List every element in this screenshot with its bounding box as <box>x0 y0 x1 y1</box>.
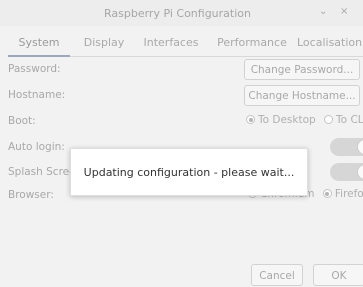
auto-login-label: Auto login: <box>8 141 65 153</box>
tab-bar: System Display Interfaces Performance Lo… <box>8 30 363 57</box>
change-hostname-button[interactable]: Change Hostname... <box>244 85 360 106</box>
title-bar: Raspberry Pi Configuration ⌄ × <box>0 0 363 26</box>
radio-selected-icon <box>322 189 332 198</box>
progress-dialog: Updating configuration - please wait... <box>70 148 308 196</box>
boot-to-desktop-option[interactable]: To Desktop <box>246 114 316 126</box>
boot-to-cli-label: To CLI <box>336 114 363 126</box>
toggle-knob <box>357 139 363 155</box>
close-icon[interactable]: × <box>340 6 348 17</box>
radio-icon <box>324 115 334 124</box>
tab-performance[interactable]: Performance <box>211 30 293 55</box>
toggle-knob <box>357 164 363 180</box>
cancel-button[interactable]: Cancel <box>251 264 303 286</box>
tab-display[interactable]: Display <box>78 30 130 55</box>
tab-interfaces[interactable]: Interfaces <box>136 30 206 55</box>
browser-firefox-option[interactable]: Firefox <box>322 188 363 200</box>
password-label: Password: <box>8 63 61 75</box>
minimize-icon[interactable]: ⌄ <box>319 6 327 17</box>
tab-system[interactable]: System <box>8 30 70 57</box>
boot-label: Boot: <box>8 115 36 127</box>
browser-label: Browser: <box>8 189 54 201</box>
ok-button[interactable]: OK <box>313 264 363 286</box>
change-password-button[interactable]: Change Password... <box>244 59 360 80</box>
hostname-label: Hostname: <box>8 89 66 101</box>
boot-to-cli-option[interactable]: To CLI <box>324 114 363 126</box>
browser-firefox-label: Firefox <box>334 188 363 200</box>
splash-screen-toggle[interactable] <box>330 163 363 181</box>
radio-selected-icon <box>246 115 255 124</box>
boot-to-desktop-label: To Desktop <box>258 114 316 126</box>
tab-localisation[interactable]: Localisation <box>297 30 363 55</box>
auto-login-toggle[interactable] <box>330 138 363 156</box>
boot-options: To Desktop To CLI <box>246 114 363 126</box>
window-title: Raspberry Pi Configuration <box>103 7 251 20</box>
progress-message: Updating configuration - please wait... <box>83 166 295 179</box>
